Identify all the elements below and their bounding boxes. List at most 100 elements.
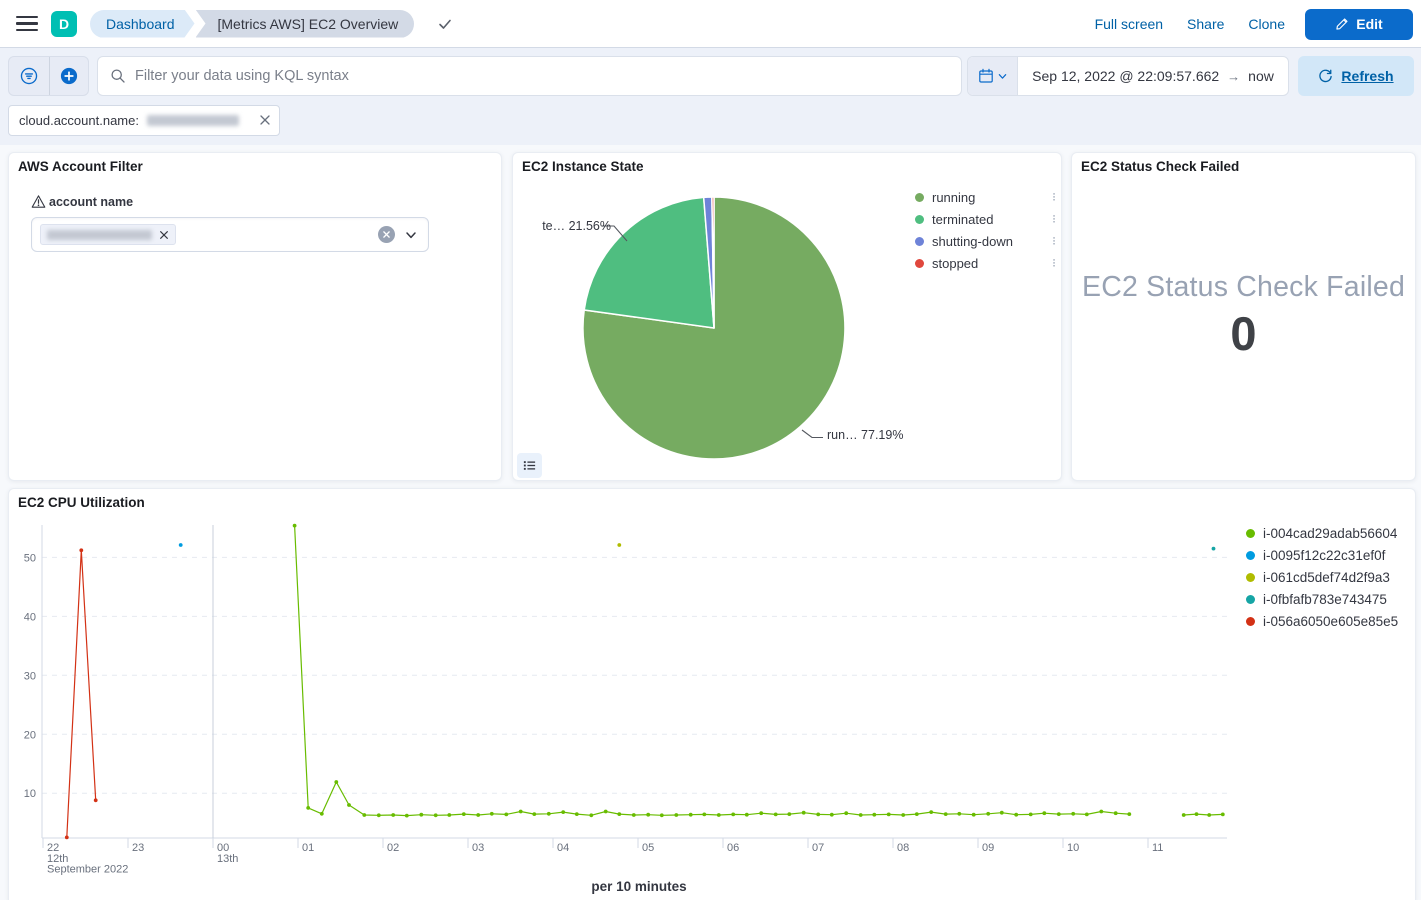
pie-slice-terminated[interactable]: [584, 197, 714, 328]
legend-label: shutting-down: [932, 234, 1013, 249]
filter-pill-cloud-account-name[interactable]: cloud.account.name:: [8, 105, 280, 136]
y-axis-tick-label: 30: [24, 670, 36, 682]
clear-selection-icon[interactable]: [378, 226, 395, 243]
panel-ec2-cpu-utilization: EC2 CPU Utilization 10203040502212thSept…: [8, 488, 1416, 900]
combobox-chevron-down-icon[interactable]: [404, 228, 418, 242]
date-range-picker: Sep 12, 2022 @ 22:09:57.662 → now: [967, 56, 1289, 96]
x-axis-tick-label: 10: [1067, 842, 1079, 854]
refresh-icon: [1318, 69, 1333, 84]
legend-label: i-056a6050e605e85e5: [1263, 614, 1398, 629]
metric-value: 0: [1230, 306, 1256, 361]
add-filter-icon[interactable]: [49, 57, 89, 95]
x-axis-tick-label: 04: [557, 842, 569, 854]
legend-label: terminated: [932, 212, 993, 227]
refresh-button[interactable]: Refresh: [1298, 56, 1414, 96]
x-axis-tick-label: 03: [472, 842, 484, 854]
y-axis-tick-label: 40: [24, 611, 36, 623]
menu-hamburger-icon[interactable]: [16, 16, 38, 32]
legend-label: running: [932, 190, 975, 205]
x-axis-title: per 10 minutes: [9, 879, 1269, 894]
calendar-icon[interactable]: [968, 57, 1018, 95]
cpu-legend-item-i-0095f12c22c31ef0f[interactable]: i-0095f12c22c31ef0f: [1246, 544, 1398, 566]
legend-toggle-icon[interactable]: [517, 453, 542, 478]
pie-label-terminated: te… 21.56%: [539, 219, 611, 233]
search-icon: [110, 68, 126, 84]
legend-color-dot: [1246, 529, 1255, 538]
breadcrumb: Dashboard [Metrics AWS] EC2 Overview: [90, 10, 414, 38]
panel-title[interactable]: AWS Account Filter: [18, 159, 143, 174]
pie-legend-item-terminated[interactable]: terminated ⁝: [915, 208, 1055, 230]
legend-label: i-0095f12c22c31ef0f: [1263, 548, 1385, 563]
breadcrumb-dashboard[interactable]: Dashboard: [90, 10, 195, 38]
query-toolbar: Sep 12, 2022 @ 22:09:57.662 → now Refres…: [0, 48, 1421, 145]
legend-label: stopped: [932, 256, 978, 271]
date-range-start[interactable]: Sep 12, 2022 @ 22:09:57.662: [1032, 68, 1219, 84]
legend-color-dot: [1246, 551, 1255, 560]
cpu-legend-item-i-0fbfafb783e743475[interactable]: i-0fbfafb783e743475: [1246, 588, 1398, 610]
line-series-i-004cad29adab56604[interactable]: [1184, 814, 1223, 815]
remove-filter-icon[interactable]: [259, 114, 271, 126]
legend-color-dot: [915, 215, 924, 224]
date-range-arrow: →: [1227, 69, 1240, 84]
panel-ec2-instance-state: EC2 Instance State te… 21.56% run… 77.19…: [512, 152, 1062, 481]
kql-search-input[interactable]: [135, 68, 949, 84]
line-series-i-056a6050e605e85e5[interactable]: [67, 550, 96, 837]
panel-ec2-status-check-failed: EC2 Status Check Failed EC2 Status Check…: [1071, 152, 1416, 481]
kql-search-bar: [97, 56, 962, 96]
chevron-down-icon: [998, 72, 1007, 81]
metric-label: EC2 Status Check Failed: [1082, 271, 1405, 304]
legend-color-dot: [1246, 573, 1255, 582]
legend-label: i-004cad29adab56604: [1263, 526, 1397, 541]
account-name-combobox[interactable]: [31, 217, 429, 252]
panel-title[interactable]: EC2 Status Check Failed: [1081, 159, 1239, 174]
x-axis-tick-label: 06: [727, 842, 739, 854]
date-range-end[interactable]: now: [1248, 68, 1274, 84]
pie-legend-item-shutting-down[interactable]: shutting-down ⁝: [915, 230, 1055, 252]
legend-color-dot: [915, 237, 924, 246]
legend-color-dot: [915, 193, 924, 202]
cpu-chart-legend: i-004cad29adab56604 i-0095f12c22c31ef0f i-…: [1246, 522, 1398, 632]
legend-color-dot: [1246, 617, 1255, 626]
legend-color-dot: [915, 259, 924, 268]
panel-aws-account-filter: AWS Account Filter account name: [8, 152, 502, 481]
x-axis-date-label: 13th: [217, 853, 238, 865]
x-axis-tick-label: 07: [812, 842, 824, 854]
breadcrumb-current-dashboard[interactable]: [Metrics AWS] EC2 Overview: [196, 10, 415, 38]
pie-label-running: run… 77.19%: [827, 428, 903, 442]
legend-options-icon[interactable]: ⁝: [1052, 192, 1055, 202]
cpu-legend-item-i-004cad29adab56604[interactable]: i-004cad29adab56604: [1246, 522, 1398, 544]
remove-token-icon[interactable]: [159, 230, 169, 240]
x-axis-tick-label: 23: [132, 842, 144, 854]
legend-options-icon[interactable]: ⁝: [1052, 214, 1055, 224]
x-axis-tick-label: 02: [387, 842, 399, 854]
redacted-filter-value: [147, 115, 239, 126]
legend-label: i-0fbfafb783e743475: [1263, 592, 1387, 607]
pie-legend-item-stopped[interactable]: stopped ⁝: [915, 252, 1055, 274]
query-menu-group: [8, 56, 89, 96]
top-navigation-bar: D Dashboard [Metrics AWS] EC2 Overview F…: [0, 0, 1421, 48]
x-axis-tick-label: 05: [642, 842, 654, 854]
y-axis-tick-label: 50: [24, 552, 36, 564]
x-axis-tick-label: 11: [1152, 842, 1163, 854]
cpu-legend-item-i-061cd5def74d2f9a3[interactable]: i-061cd5def74d2f9a3: [1246, 566, 1398, 588]
legend-options-icon[interactable]: ⁝: [1052, 236, 1055, 246]
redacted-account-name: [47, 230, 152, 240]
cpu-legend-item-i-056a6050e605e85e5[interactable]: i-056a6050e605e85e5: [1246, 610, 1398, 632]
cpu-utilization-line-chart[interactable]: 10203040502212thSeptember 2022230013th01…: [9, 489, 1417, 900]
x-axis-tick-label: 09: [982, 842, 994, 854]
pencil-icon: [1335, 17, 1349, 31]
line-series-i-004cad29adab56604[interactable]: [295, 526, 1130, 816]
edit-button[interactable]: Edit: [1305, 9, 1413, 40]
dashboard-app-badge[interactable]: D: [51, 11, 77, 37]
full-screen-button[interactable]: Full screen: [1083, 16, 1175, 32]
share-button[interactable]: Share: [1175, 16, 1236, 32]
pie-legend-item-running[interactable]: running ⁝: [915, 186, 1055, 208]
selected-account-token[interactable]: [40, 224, 176, 245]
y-axis-tick-label: 10: [24, 788, 36, 800]
legend-options-icon[interactable]: ⁝: [1052, 258, 1055, 268]
status-check-metric: EC2 Status Check Failed 0: [1072, 271, 1415, 361]
saved-query-filter-icon[interactable]: [9, 57, 49, 95]
clone-button[interactable]: Clone: [1236, 16, 1297, 32]
y-axis-tick-label: 20: [24, 729, 36, 741]
x-axis-tick-label: 01: [302, 842, 314, 854]
